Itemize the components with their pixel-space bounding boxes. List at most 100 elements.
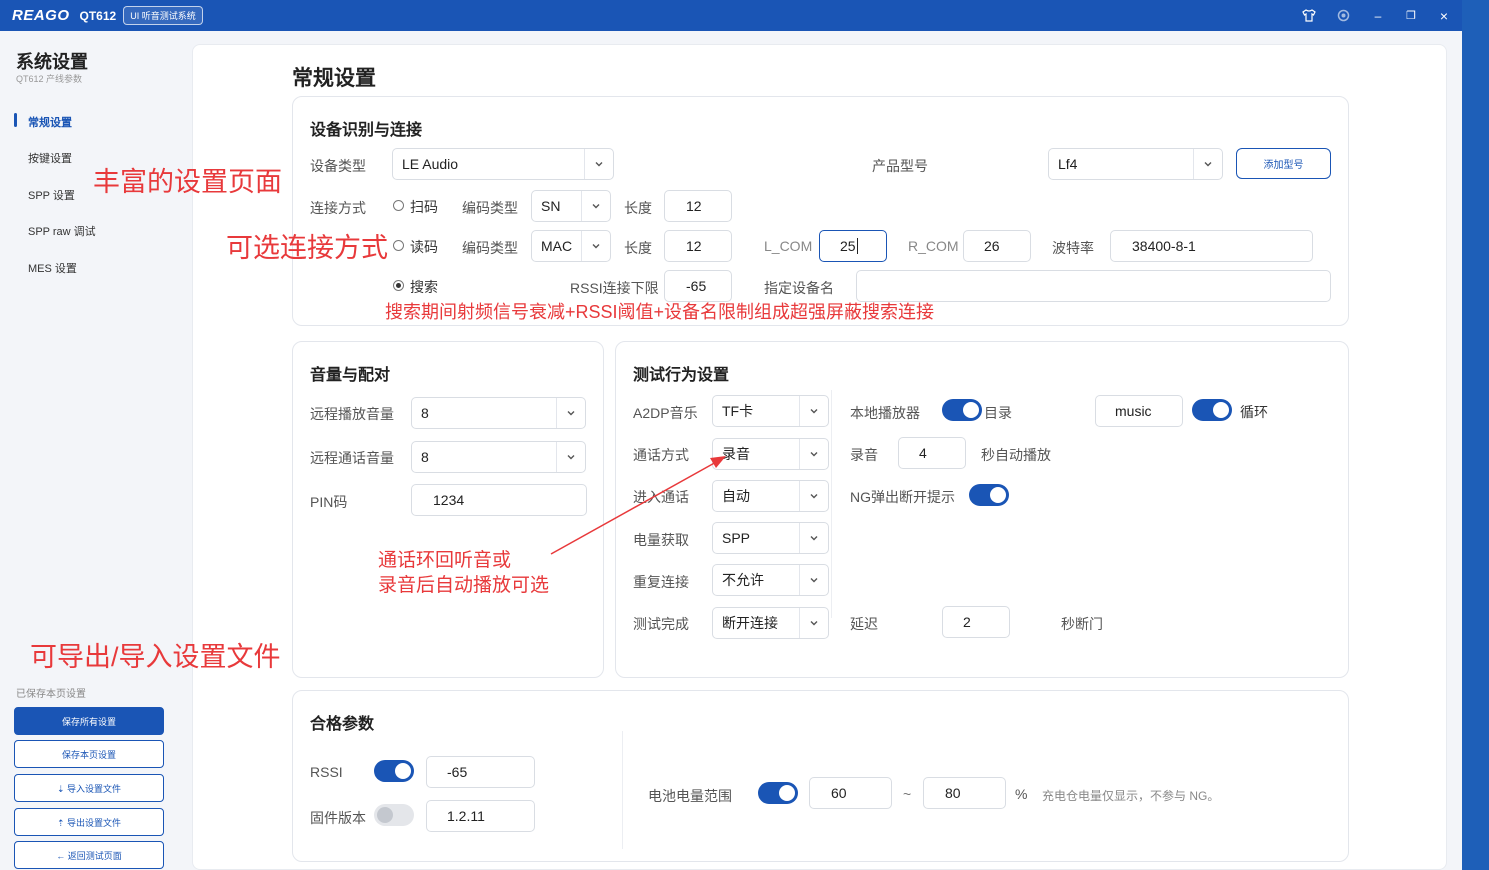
reconnect-label: 重复连接 [633,574,689,590]
sidebar-item-spp[interactable]: SPP 设置 [28,187,75,203]
remote-play-value: 8 [421,405,429,421]
chevron-down-icon [581,191,610,221]
fw-input[interactable]: 1.2.11 [426,800,535,832]
test-done-label: 测试完成 [633,616,689,632]
pass-card: 合格参数 RSSI -65 固件版本 1.2.11 电池电量范围 60 ~ 80… [292,690,1349,862]
lcom-label: L_COM [764,238,813,254]
code-type-select-1[interactable]: SN [531,190,611,222]
annotation-call-line2: 录音后自动播放可选 [378,575,550,596]
record-input[interactable]: 4 [898,437,966,469]
app-window: REAGO QT612 UI 听音测试系统 – ❐ × 系统设置 QT612 产… [0,0,1462,870]
active-indicator [14,113,17,127]
enter-call-label: 进入通话 [633,489,689,505]
add-model-button[interactable]: 添加型号 [1236,148,1331,179]
record-label: 录音 [850,447,878,463]
radio-read[interactable] [393,240,404,251]
fw-label: 固件版本 [310,810,366,826]
enter-call-select[interactable]: 自动 [712,480,829,512]
call-mode-select[interactable]: 录音 [712,438,829,470]
length-input-1[interactable]: 12 [664,190,732,222]
battery-get-label: 电量获取 [633,532,689,548]
minimize-button[interactable]: – [1363,0,1393,31]
import-button[interactable]: ⇣ 导入设置文件 [14,774,164,802]
close-button[interactable]: × [1429,0,1459,31]
brand-logo: REAGO [12,7,70,24]
radio-scan[interactable] [393,200,404,211]
title-bar: REAGO QT612 UI 听音测试系统 – ❐ × [0,0,1462,31]
remote-play-select[interactable]: 8 [411,397,586,429]
sidebar-subtitle: QT612 产线参数 [16,74,83,84]
chevron-down-icon [1193,149,1222,179]
ng-toggle[interactable] [969,484,1009,506]
sidebar-item-spp-raw[interactable]: SPP raw 调试 [28,223,96,239]
battery-get-select[interactable]: SPP [712,522,829,554]
shirt-icon[interactable] [1294,0,1324,31]
loop-toggle[interactable] [1192,399,1232,421]
rcom-input[interactable]: 26 [963,230,1031,262]
baud-label: 波特率 [1052,240,1094,256]
reconnect-select[interactable]: 不允许 [712,564,829,596]
fw-toggle[interactable] [374,804,414,826]
code-type-select-2[interactable]: MAC [531,230,611,262]
dir-label: 目录 [984,405,1012,421]
local-player-toggle[interactable] [942,399,982,421]
reconnect-value: 不允许 [722,572,764,588]
delay-input[interactable]: 2 [942,606,1010,638]
sidebar-title: 系统设置 [16,52,88,72]
product-model-select[interactable]: Lf4 [1048,148,1223,180]
length-input-2[interactable]: 12 [664,230,732,262]
battery-range-toggle[interactable] [758,782,798,804]
sidebar-item-keys[interactable]: 按键设置 [28,150,72,166]
device-type-label: 设备类型 [310,158,366,174]
rssi-limit-label: RSSI连接下限 [570,280,659,296]
app-name: QT612 [79,8,117,23]
enter-call-value: 自动 [722,488,750,504]
chevron-down-icon [799,439,828,469]
pass-card-title: 合格参数 [310,716,375,733]
rssi-toggle[interactable] [374,760,414,782]
rcom-label: R_COM [908,238,959,254]
radio-search[interactable] [393,280,404,291]
loop-label: 循环 [1240,404,1268,420]
back-button[interactable]: ← 返回测试页面 [14,841,164,869]
sidebar-item-mes[interactable]: MES 设置 [28,260,77,276]
dir-input[interactable]: music [1095,395,1183,427]
save-all-button[interactable]: 保存所有设置 [14,707,164,735]
baud-input[interactable]: 38400-8-1 [1110,230,1313,262]
radio-read-label: 读码 [410,239,438,255]
export-button[interactable]: ⇡ 导出设置文件 [14,808,164,836]
length-label-1: 长度 [624,200,652,216]
volume-card-title: 音量与配对 [310,367,391,384]
device-card-title: 设备识别与连接 [310,122,423,139]
sidebar: 系统设置 QT612 产线参数 常规设置 按键设置 SPP 设置 SPP raw… [0,31,178,870]
behavior-card: 测试行为设置 A2DP音乐 TF卡 本地播放器 目录 music 循环 通话方式… [615,341,1349,678]
lcom-input[interactable]: 25 [819,230,887,262]
lcom-value: 25 [840,238,856,254]
call-mode-label: 通话方式 [633,447,689,463]
device-type-select[interactable]: LE Audio [392,148,614,180]
remote-call-label: 远程通话音量 [310,450,394,466]
remote-call-select[interactable]: 8 [411,441,586,473]
chevron-down-icon [556,398,585,428]
app-badge: UI 听音测试系统 [123,6,203,25]
battery-max-input[interactable]: 80 [923,777,1006,809]
conn-mode-label: 连接方式 [310,200,366,216]
save-page-button[interactable]: 保存本页设置 [14,740,164,768]
percent-label: % [1015,786,1028,802]
chevron-down-icon [556,442,585,472]
battery-min-input[interactable]: 60 [809,777,892,809]
maximize-button[interactable]: ❐ [1396,0,1426,31]
saved-note: 已保存本页设置 [16,689,86,700]
product-model-value: Lf4 [1058,156,1078,172]
gear-icon[interactable] [1328,0,1358,31]
sidebar-item-general[interactable]: 常规设置 [28,114,72,130]
remote-play-label: 远程播放音量 [310,406,394,422]
a2dp-select[interactable]: TF卡 [712,395,829,427]
pin-input[interactable]: 1234 [411,484,587,516]
rssi-input[interactable]: -65 [426,756,535,788]
battery-range-label: 电池电量范围 [648,788,732,804]
chevron-down-icon [799,523,828,553]
test-done-select[interactable]: 断开连接 [712,607,829,639]
a2dp-value: TF卡 [722,403,754,419]
chevron-down-icon [799,481,828,511]
